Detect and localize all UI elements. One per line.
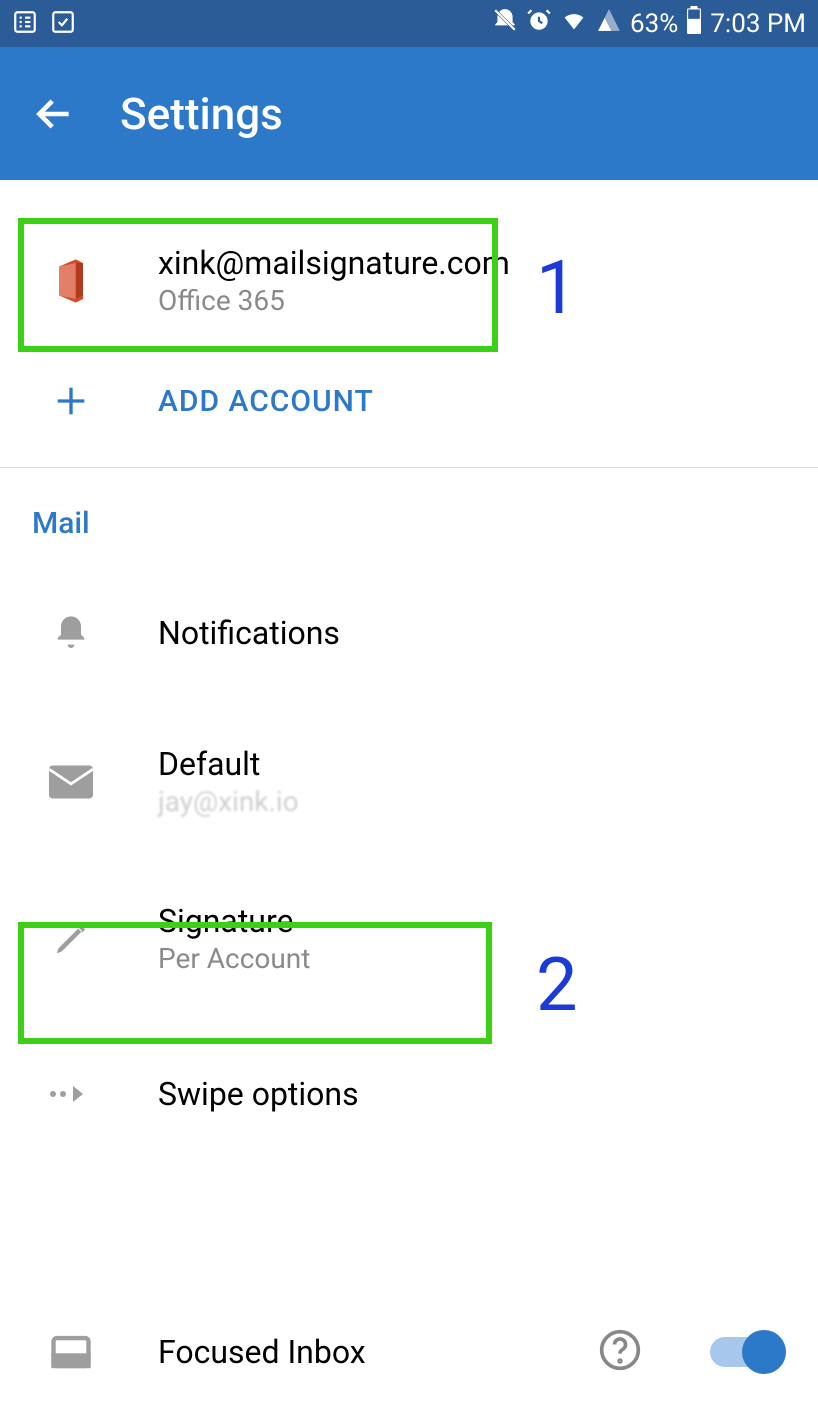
mute-icon xyxy=(492,7,518,40)
battery-percent: 63% xyxy=(630,9,678,39)
default-subtitle: jay@xink.io xyxy=(158,785,782,818)
status-left xyxy=(12,9,76,39)
focused-inbox-row[interactable]: Focused Inbox xyxy=(0,1298,818,1406)
account-email: xink@mailsignature.com xyxy=(158,244,510,282)
section-mail-header: Mail xyxy=(0,468,818,561)
inbox-icon xyxy=(36,1331,106,1373)
wifi-icon xyxy=(560,6,588,41)
default-row[interactable]: Default jay@xink.io xyxy=(0,705,818,858)
battery-icon xyxy=(686,6,702,41)
account-type: Office 365 xyxy=(158,284,510,317)
annotation-number-2: 2 xyxy=(536,942,578,1029)
toggle-knob xyxy=(742,1330,786,1374)
mail-icon xyxy=(36,765,106,799)
signature-subtitle: Per Account xyxy=(158,942,782,975)
notifications-row[interactable]: Notifications xyxy=(0,561,818,705)
focused-inbox-toggle[interactable] xyxy=(710,1337,782,1367)
add-account-button[interactable]: ADD ACCOUNT xyxy=(0,345,818,457)
status-bar: 63% 7:03 PM xyxy=(0,0,818,47)
bell-icon xyxy=(36,613,106,653)
checkbox-icon xyxy=(50,9,76,39)
signature-title: Signature xyxy=(158,902,782,940)
pencil-icon xyxy=(36,920,106,958)
signature-row[interactable]: Signature Per Account xyxy=(0,858,818,1019)
focused-title: Focused Inbox xyxy=(158,1333,598,1371)
swipe-icon xyxy=(36,1082,106,1106)
annotation-number-1: 1 xyxy=(536,245,578,332)
status-right: 63% 7:03 PM xyxy=(492,6,806,41)
default-title: Default xyxy=(158,745,782,783)
plus-icon xyxy=(36,381,106,421)
office365-icon xyxy=(36,257,106,305)
page-title: Settings xyxy=(120,88,283,140)
notifications-title: Notifications xyxy=(158,614,782,652)
help-icon[interactable] xyxy=(598,1328,642,1376)
account-item[interactable]: xink@mailsignature.com Office 365 xyxy=(0,216,818,345)
time: 7:03 PM xyxy=(710,9,806,39)
back-button[interactable] xyxy=(32,92,76,136)
swipe-title: Swipe options xyxy=(158,1075,782,1113)
list-icon xyxy=(12,9,38,39)
alarm-icon xyxy=(526,7,552,40)
app-bar: Settings xyxy=(0,47,818,180)
add-account-label: ADD ACCOUNT xyxy=(158,384,374,419)
swipe-options-row[interactable]: Swipe options xyxy=(0,1019,818,1169)
signal-icon xyxy=(596,7,622,40)
